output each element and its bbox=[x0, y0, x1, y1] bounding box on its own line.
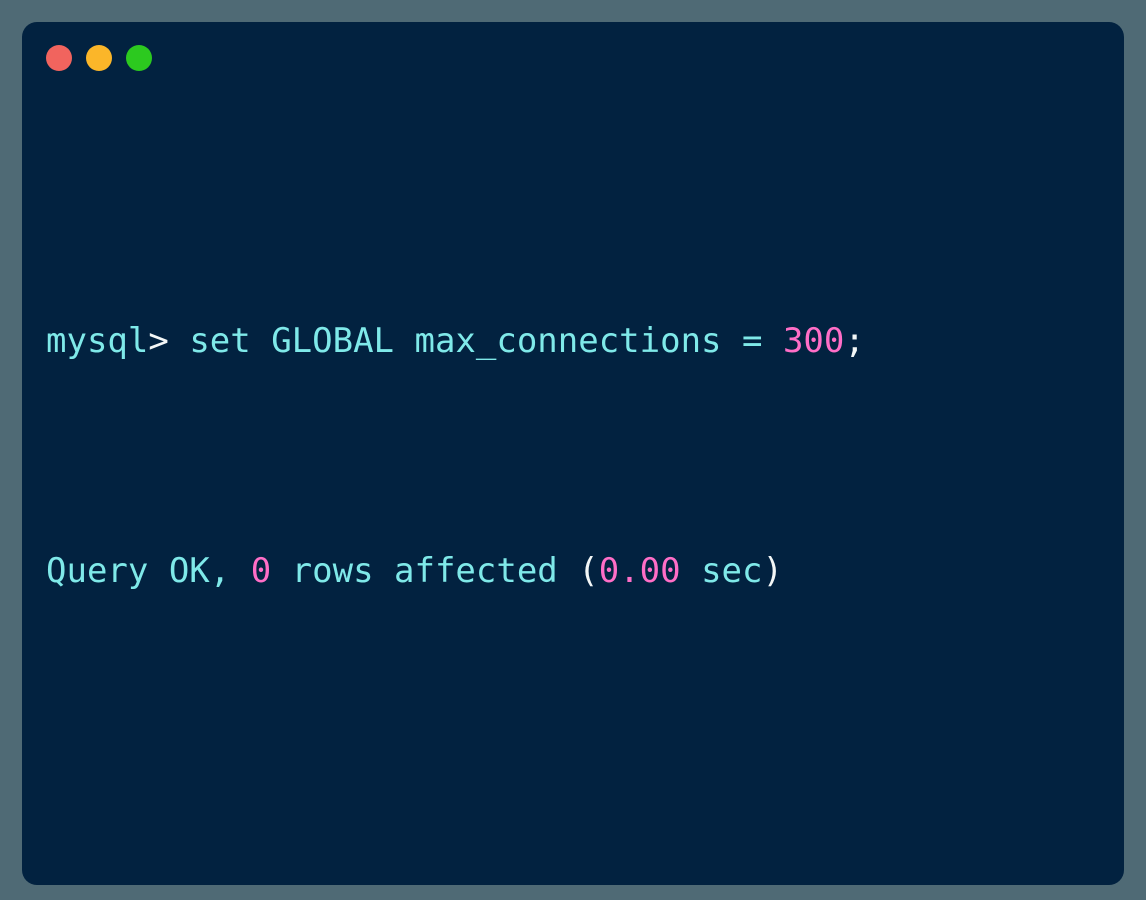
prompt-caret-icon: > bbox=[148, 320, 169, 361]
elapsed-time-unit: sec bbox=[680, 550, 763, 591]
rows-affected-count: 0 bbox=[250, 550, 272, 591]
query-status-text: Query OK, bbox=[46, 550, 251, 591]
statement-terminator: ; bbox=[844, 320, 865, 361]
minimize-window-button[interactable] bbox=[86, 45, 112, 71]
command-number-value: 300 bbox=[782, 320, 845, 361]
rows-affected-label: rows affected bbox=[271, 550, 579, 591]
maximize-window-button[interactable] bbox=[126, 45, 152, 71]
terminal-line-query-ok: Query OK, 0 rows affected (0.00 sec) bbox=[46, 543, 1114, 601]
command-text: set GLOBAL max_connections = bbox=[168, 320, 783, 361]
terminal-output[interactable]: mysql> set GLOBAL max_connections = 300;… bbox=[46, 140, 1114, 875]
prompt-label: mysql bbox=[46, 320, 149, 361]
open-paren: ( bbox=[578, 550, 599, 591]
close-window-button[interactable] bbox=[46, 45, 72, 71]
close-paren: ) bbox=[762, 550, 783, 591]
terminal-line-set-command: mysql> set GLOBAL max_connections = 300; bbox=[46, 313, 1114, 371]
window-titlebar bbox=[22, 22, 1124, 94]
elapsed-time-value: 0.00 bbox=[598, 550, 681, 591]
terminal-window: mysql> set GLOBAL max_connections = 300;… bbox=[22, 22, 1124, 885]
